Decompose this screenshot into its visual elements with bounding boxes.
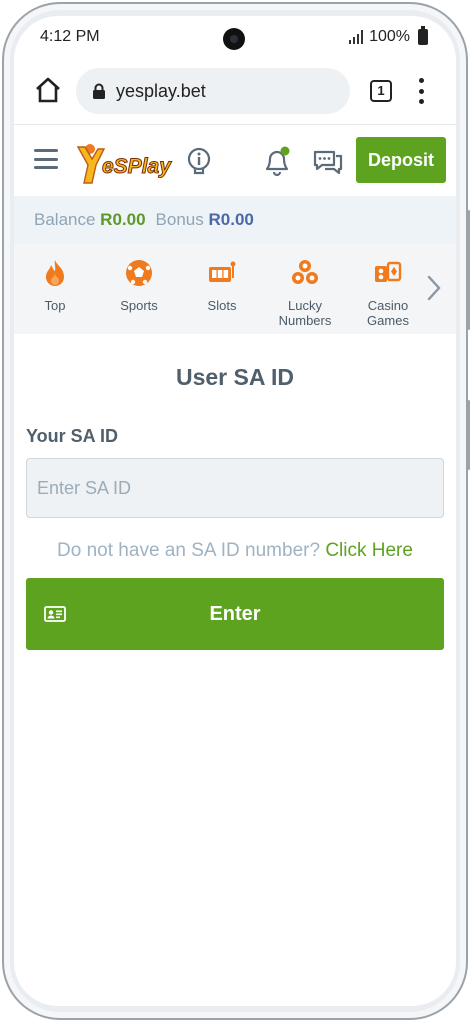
lottery-balls-icon [292,260,318,284]
enter-button[interactable]: Enter [26,578,444,650]
fire-icon [46,260,64,286]
bonus-value: R0.00 [208,210,254,229]
yesplay-logo[interactable]: eSPlay [74,139,174,185]
home-icon[interactable] [34,76,62,104]
category-nav: Top Sports Slots Lucky Numbers Casino Ga… [14,244,456,334]
bonus-label: Bonus [155,210,204,229]
balance-bar: Balance R0.00 Bonus R0.00 [14,196,456,244]
battery-icon [418,26,428,45]
id-card-icon [44,606,66,622]
lightbulb-info-icon[interactable] [186,147,212,177]
status-bar: 4:12 PM 100% [14,16,456,62]
deposit-button[interactable]: Deposit [356,137,446,183]
signal-icon [349,30,364,44]
slot-machine-icon [209,261,236,282]
browser-toolbar: yesplay.bet 1 [14,62,456,124]
url-text: yesplay.bet [116,80,206,101]
chevron-right-icon[interactable] [426,274,442,302]
help-question: Do not have an SA ID number? [57,540,321,561]
browser-menu-icon[interactable] [418,78,424,104]
click-here-link[interactable]: Click Here [325,540,413,561]
category-label: Sports [120,298,158,313]
enter-label: Enter [209,602,261,625]
notification-bell-icon[interactable] [262,145,292,177]
category-label: Slots [207,298,237,313]
balance-label: Balance [34,210,96,229]
chat-icon[interactable] [312,147,344,177]
status-indicators: 100% [349,26,428,46]
sa-id-label: Your SA ID [26,426,119,446]
category-lucky-numbers[interactable]: Lucky Numbers [266,252,344,332]
page-title: User SA ID [175,364,295,390]
app-header: eSPlay Deposit [14,124,456,196]
soccer-ball-icon [126,260,152,286]
balance-value: R0.00 [100,210,146,229]
category-label: Lucky Numbers [278,298,332,328]
casino-cards-icon [375,261,402,282]
tab-switcher-icon[interactable]: 1 [370,80,392,102]
help-text: Do not have an SA ID number? Click Here [14,540,456,562]
volume-button [467,400,470,470]
status-time: 4:12 PM [40,28,100,45]
category-casino-games[interactable]: Casino Games [350,252,426,332]
category-top[interactable]: Top [16,252,94,332]
power-button [467,210,470,330]
category-sports[interactable]: Sports [100,252,178,332]
front-camera [223,28,245,50]
screen: 4:12 PM 100% yesplay.bet 1 eSPlay Deposi… [14,16,456,1006]
category-label: Casino Games [367,298,409,328]
lock-icon [93,83,105,99]
battery-percent: 100% [369,28,410,45]
address-bar[interactable]: yesplay.bet [76,68,350,114]
hamburger-menu-icon[interactable] [34,149,58,169]
category-label: Top [44,298,66,313]
category-slots[interactable]: Slots [183,252,261,332]
svg-text:eSPlay: eSPlay [102,155,172,178]
sa-id-input[interactable] [26,458,444,518]
